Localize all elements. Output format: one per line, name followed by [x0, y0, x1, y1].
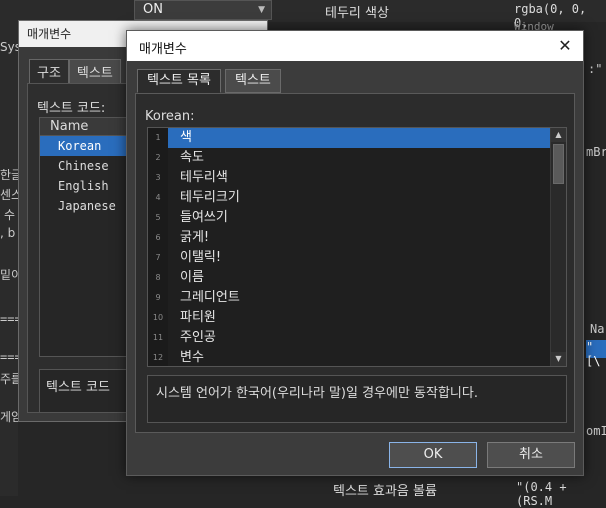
list-item-label: 그레디언트 [180, 290, 240, 305]
background-fragment: , b [0, 226, 16, 240]
cancel-button[interactable]: 취소 [487, 442, 575, 468]
chevron-down-icon: ▼ [258, 5, 265, 15]
list-item-label: 들여쓰기 [180, 210, 228, 225]
list-item-label: 주인공 [180, 330, 216, 345]
list-item[interactable]: 12 변수 [148, 348, 550, 366]
list-item[interactable]: 11 주인공 [148, 328, 550, 348]
list-item-label: 파티원 [180, 310, 216, 325]
list-item[interactable]: 4 테두리크기 [148, 188, 550, 208]
line-number: 3 [148, 168, 168, 188]
text-list[interactable]: 1 색 2 속도 3 테두리색 4 테두리크기 5 들여쓰기 6 굵게! 7 이탤릭! 8 이름 9 그레디언트 1… [147, 127, 567, 367]
line-number: 9 [148, 288, 168, 308]
list-item[interactable]: 5 들여쓰기 [148, 208, 550, 228]
tab-text-list[interactable]: 텍스트 목록 [137, 69, 221, 93]
background-fragment: 수 [4, 208, 16, 222]
background-fragment: omI [586, 424, 606, 438]
back-code-label: 텍스트 코드: [37, 101, 106, 116]
list-item[interactable]: 6 굵게! [148, 228, 550, 248]
list-item-label: 굵게! [180, 230, 210, 245]
line-number: 12 [148, 348, 168, 366]
scroll-thumb[interactable] [553, 144, 564, 184]
background-fragment: mBr [586, 145, 606, 159]
list-item-label: 이름 [180, 270, 204, 285]
dialog-titlebar: 매개변수 ✕ [127, 31, 583, 61]
line-number: 2 [148, 148, 168, 168]
line-number: 5 [148, 208, 168, 228]
scroll-up-icon[interactable]: ▲ [551, 128, 566, 142]
background-bottom-label: 텍스트 효과음 볼륨 [333, 484, 437, 499]
background-bottom-value: "(0.4 + (RS.M [516, 480, 567, 508]
line-number: 6 [148, 228, 168, 248]
tab-text[interactable]: 텍스트 [225, 69, 281, 93]
language-label: Korean: [145, 109, 195, 124]
description-box: 시스템 언어가 한국어(우리나라 말)일 경우에만 동작합니다. [147, 375, 567, 423]
background-fragment: :" [588, 62, 603, 76]
close-icon[interactable]: ✕ [553, 34, 577, 58]
list-item-label: 색 [180, 130, 192, 145]
background-fragment: Na [590, 322, 605, 336]
list-item-label: 이탤릭! [180, 250, 222, 265]
list-item[interactable]: 3 테두리색 [148, 168, 550, 188]
parameter-dialog: 매개변수 ✕ 텍스트 목록 텍스트 Korean: 1 색 2 속도 3 테두리색 4 테두리… [126, 30, 584, 476]
back-tab-text[interactable]: 텍스트 [68, 59, 121, 84]
line-number: 11 [148, 328, 168, 348]
line-number: 8 [148, 268, 168, 288]
list-item-label: 테두리색 [180, 170, 228, 185]
line-number: 4 [148, 188, 168, 208]
scroll-down-icon[interactable]: ▼ [551, 352, 566, 366]
list-item[interactable]: 2 속도 [148, 148, 550, 168]
dialog-title: 매개변수 [139, 42, 187, 57]
line-number: 10 [148, 308, 168, 328]
list-item[interactable]: 8 이름 [148, 268, 550, 288]
back-tab-structure[interactable]: 구조 [29, 59, 69, 84]
background-property-label: 테두리 색상 [325, 6, 389, 21]
list-item[interactable]: 7 이탤릭! [148, 248, 550, 268]
background-dropdown[interactable]: ON ▼ [134, 0, 272, 20]
background-dropdown-value: ON [143, 2, 163, 17]
background-fragment: "[\ [586, 340, 606, 368]
list-item-label: 변수 [180, 350, 204, 365]
ok-button[interactable]: OK [389, 442, 477, 468]
back-dialog-tabs: 구조 텍스트 [29, 59, 121, 84]
list-scrollbar[interactable]: ▲ ▼ [550, 128, 566, 366]
line-number: 7 [148, 248, 168, 268]
list-item-label: 속도 [180, 150, 204, 165]
list-item[interactable]: 9 그레디언트 [148, 288, 550, 308]
line-number: 1 [148, 128, 168, 148]
selection-highlight [168, 128, 550, 148]
list-item[interactable]: 1색 [148, 128, 550, 148]
list-item[interactable]: 10 파티원 [148, 308, 550, 328]
list-item-label: 테두리크기 [180, 190, 240, 205]
